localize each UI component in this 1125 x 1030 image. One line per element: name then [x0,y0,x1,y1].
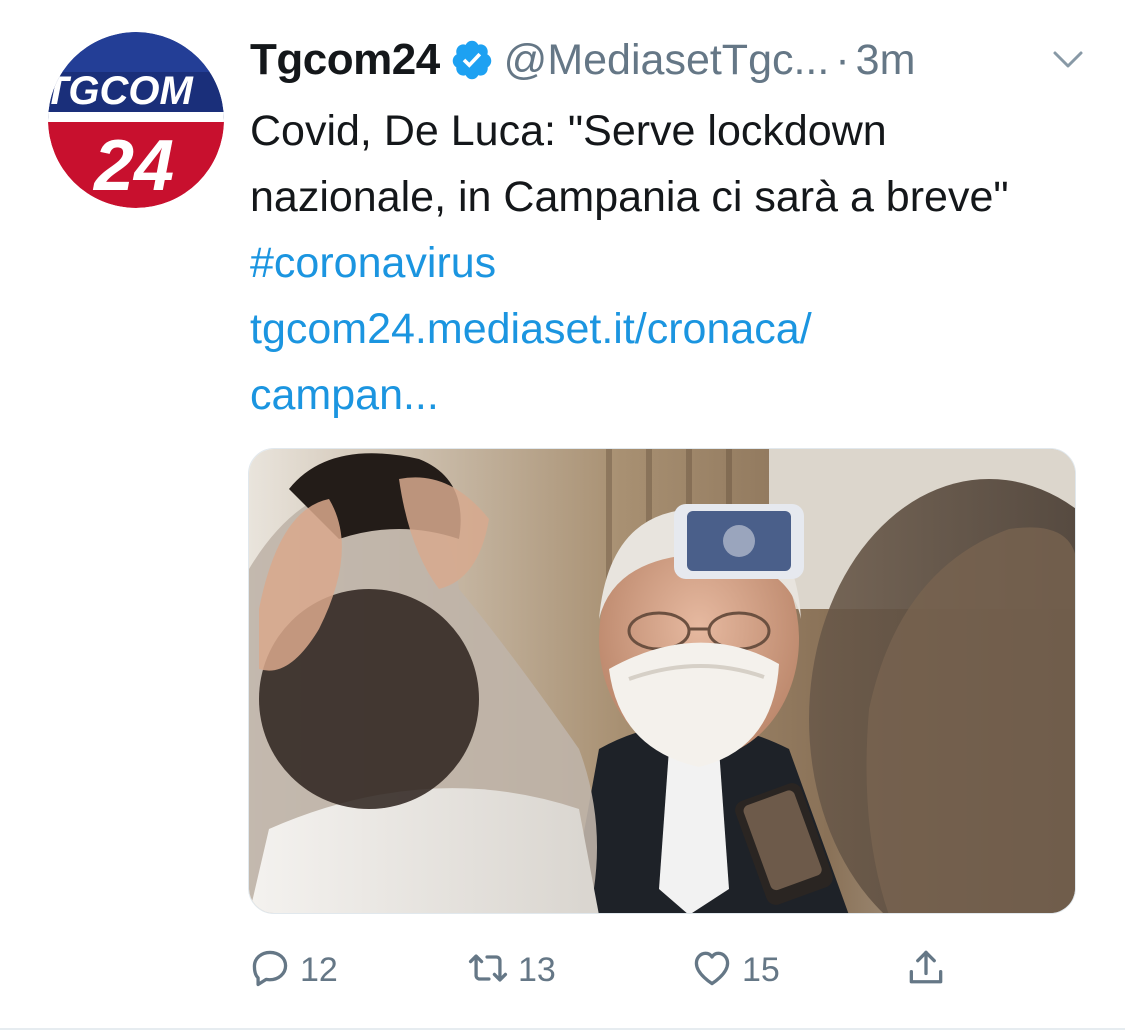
author-name[interactable]: Tgcom24 [250,35,440,85]
tweet-text: Covid, De Luca: "Serve lockdown nazional… [250,98,1070,428]
hashtag-link[interactable]: #coronavirus [250,239,496,287]
heart-icon [690,946,734,995]
reply-icon [248,946,292,995]
retweet-button[interactable]: 13 [466,940,556,1000]
chevron-down-icon[interactable] [1051,44,1085,74]
avatar-text-bottom: 24 [92,126,174,206]
press-photo-image [249,449,1075,913]
header-separator: · [835,35,850,84]
tweet-timestamp[interactable]: 3m [856,36,916,85]
verified-badge-icon [450,38,494,82]
reply-button[interactable]: 12 [248,940,338,1000]
article-link[interactable]: tgcom24.mediaset.it/cronaca/ campan... [250,305,812,419]
tweet-header: Tgcom24 @MediasetTgc... · 3m [250,30,1085,90]
article-link-line1: tgcom24.mediaset.it/cronaca/ [250,305,812,353]
like-count: 15 [742,950,780,989]
tweet-photo[interactable] [248,448,1076,914]
reply-count: 12 [300,950,338,989]
like-button[interactable]: 15 [690,940,780,1000]
retweet-count: 13 [518,950,556,989]
author-handle[interactable]: @MediasetTgc... [504,36,830,85]
tweet-actions: 12 13 15 [248,940,968,1000]
author-avatar[interactable]: TGCOM 24 [48,32,224,208]
share-button[interactable] [904,940,948,1000]
share-icon [904,946,948,995]
article-link-line2: campan... [250,371,439,419]
tweet-body: Covid, De Luca: "Serve lockdown nazional… [250,107,1009,221]
tgcom24-logo: TGCOM 24 [48,32,224,208]
avatar-text-top: TGCOM [48,69,195,113]
retweet-icon [466,946,510,995]
